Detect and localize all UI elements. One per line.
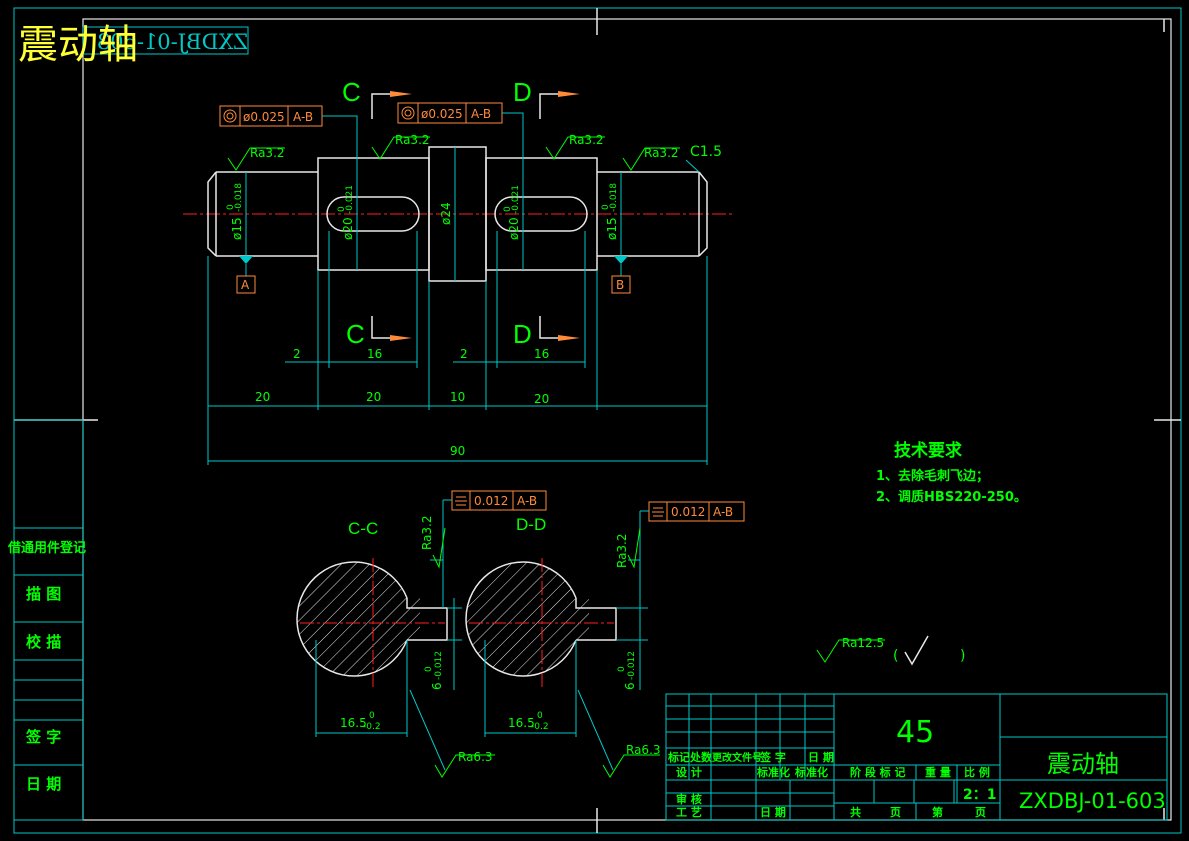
chamfer-label: C1.5 <box>690 144 722 160</box>
tech-req-line-1: 1、去除毛刺飞边； <box>876 468 989 484</box>
scale-value: 2：1 <box>963 787 996 803</box>
drawing-code: ZXDBJ-01-603 <box>1019 789 1166 813</box>
dim-165-dd-upper: 0 <box>537 711 543 721</box>
check-mark <box>904 635 929 666</box>
ra-general-label: Ra12.5 <box>842 636 884 650</box>
part-name: 震动轴 <box>1047 750 1119 778</box>
datum-a-label: A <box>241 278 250 292</box>
frame-border <box>82 18 1172 821</box>
sidebar-item-check: 校 描 <box>26 633 61 651</box>
section-letter-c-bottom: C <box>346 319 365 349</box>
dim-20-a: 20 <box>255 390 270 404</box>
runout-value-left: ø0.025 <box>243 110 285 124</box>
tb-weight: 重 量 <box>925 765 951 779</box>
dia-15-right: ø15 <box>605 217 619 240</box>
tech-req-line-2: 2、调质HBS220-250。 <box>876 489 1027 505</box>
ra-label-dd-vert: Ra3.2 <box>615 533 629 568</box>
dim-16-right: 16 <box>534 347 549 361</box>
dim-6-cc: 6 <box>430 682 444 690</box>
dim-6-cc-lower: -0.012 <box>434 651 444 680</box>
sidebar-grid <box>13 419 84 821</box>
sidebar-item-date: 日 期 <box>26 775 61 793</box>
dim-90: 90 <box>450 444 465 458</box>
dia-20-right-lower: -0.021 <box>511 185 521 214</box>
dia-20-right: ø20 <box>507 217 521 240</box>
tb-stage: 阶 段 标 记 <box>850 765 906 779</box>
dia-20-left: ø20 <box>341 217 355 240</box>
tb-sign: 签 字 <box>759 750 786 764</box>
overlay-title: 震动轴 <box>18 22 138 68</box>
centering-marks <box>14 8 1181 833</box>
tb-count: 处数 <box>689 750 713 764</box>
tb-review: 审 核 <box>676 792 702 806</box>
dim-10: 10 <box>450 390 465 404</box>
length-dimensions <box>207 231 708 465</box>
tb-page: 页 <box>890 806 901 819</box>
tb-total: 共 <box>850 805 861 819</box>
tb-no: 第 <box>932 805 943 819</box>
runout-datum-left: A-B <box>293 110 313 124</box>
tb-date-2: 日 期 <box>760 805 786 819</box>
dim-6-dd-upper: 0 <box>617 666 627 672</box>
dia-24: ø24 <box>439 202 453 225</box>
dim-165-cc-lower: -0.2 <box>363 722 381 732</box>
runout-value-right: ø0.025 <box>421 107 463 121</box>
tb-marks: 标记 <box>667 750 690 764</box>
symmetry-value-dd: 0.012 <box>671 505 705 519</box>
section-letter-c-top: C <box>342 77 361 107</box>
material-value: 45 <box>896 715 934 750</box>
symmetry-datum-dd: A-B <box>713 505 733 519</box>
datum-b-label: B <box>616 278 624 292</box>
section-title-cc: C-C <box>348 519 378 538</box>
dim-6-cc-upper: 0 <box>424 666 434 672</box>
tb-change-doc: 更改文件号 <box>712 751 762 764</box>
ra-label-2: Ra3.2 <box>395 133 430 147</box>
tb-design: 设 计 <box>676 765 702 779</box>
paren-close: ) <box>960 648 965 664</box>
ra-label-3: Ra3.2 <box>569 133 604 147</box>
ra-label-cc: Ra6.3 <box>458 750 493 764</box>
dia-15-right-lower: -0.018 <box>609 183 619 212</box>
dim-2-left: 2 <box>293 347 301 361</box>
datum-triangles <box>239 256 628 264</box>
dim-20-c: 20 <box>534 392 549 406</box>
section-title-dd: D-D <box>516 515 546 534</box>
sidebar-item-sign: 签 字 <box>25 728 61 746</box>
tb-page-2: 页 <box>975 806 986 819</box>
sidebar-item-trace: 描 图 <box>26 585 61 603</box>
section-letter-d-top: D <box>513 77 532 107</box>
section-dd <box>465 558 617 690</box>
section-letter-d-bottom: D <box>513 319 532 349</box>
symmetry-value-cc: 0.012 <box>474 494 508 508</box>
dim-165-cc-upper: 0 <box>369 711 375 721</box>
dim-165-dd-lower: -0.2 <box>531 722 549 732</box>
dim-6-dd-lower: -0.012 <box>627 651 637 680</box>
ra-label-cc-vert: Ra3.2 <box>420 515 434 550</box>
dim-2-right: 2 <box>460 347 468 361</box>
tb-date: 日 期 <box>808 750 834 764</box>
ra-label-1: Ra3.2 <box>250 146 285 160</box>
symmetry-datum-cc: A-B <box>517 494 537 508</box>
sheet-border <box>13 7 1182 834</box>
section-markers <box>371 93 558 339</box>
dia-20-left-lower: -0.021 <box>345 185 355 214</box>
drawing-canvas: ZXDBJ-01-603 震动轴 C D C D C-C D-D ø0.025 … <box>7 7 1182 834</box>
tech-req-title: 技术要求 <box>894 440 962 461</box>
ra-label-dd: Ra6.3 <box>626 743 661 757</box>
tb-ratio: 比 例 <box>964 765 990 779</box>
dia-15-left-lower: -0.018 <box>234 183 244 212</box>
sidebar-item-register: 借通用件登记 <box>7 540 86 556</box>
runout-datum-right: A-B <box>471 107 491 121</box>
dim-16-left: 16 <box>367 347 382 361</box>
tb-std-2: 标准化 <box>794 765 828 779</box>
tb-std: 标准化 <box>756 765 790 779</box>
dia-15-left: ø15 <box>230 217 244 240</box>
dim-20-b: 20 <box>366 390 381 404</box>
paren-open: ( <box>893 648 898 664</box>
dim-6-dd: 6 <box>623 682 637 690</box>
tb-process: 工 艺 <box>676 805 702 819</box>
ra-label-4: Ra3.2 <box>644 146 679 160</box>
